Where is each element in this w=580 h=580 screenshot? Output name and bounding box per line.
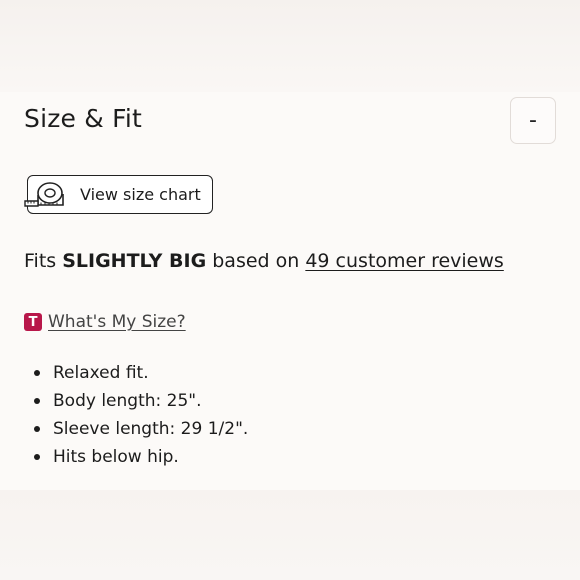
page: Size & Fit - View size chart Fits SLIGHT… — [0, 0, 580, 580]
view-size-chart-label: View size chart — [80, 185, 201, 204]
tape-measure-icon — [24, 182, 64, 207]
fit-details-list: Relaxed fit. Body length: 25". Sleeve le… — [30, 362, 248, 474]
top-background — [0, 0, 580, 92]
fit-prefix: Fits — [24, 250, 63, 272]
whats-my-size-link[interactable]: T What's My Size? — [24, 311, 186, 333]
list-item: Hits below hip. — [30, 446, 248, 474]
list-item: Body length: 25". — [30, 390, 248, 418]
view-size-chart-button[interactable]: View size chart — [24, 175, 213, 214]
minus-icon: - — [529, 108, 537, 133]
customer-reviews-link[interactable]: 49 customer reviews — [305, 250, 503, 272]
fit-summary: Fits SLIGHTLY BIG based on 49 customer r… — [24, 250, 504, 272]
bottom-background — [0, 490, 580, 580]
collapse-button[interactable]: - — [510, 97, 556, 144]
whats-my-size-label[interactable]: What's My Size? — [48, 312, 186, 332]
section-title: Size & Fit — [24, 104, 143, 133]
fit-rating: SLIGHTLY BIG — [62, 250, 207, 272]
fit-middle: based on — [206, 250, 306, 272]
list-item: Sleeve length: 29 1/2". — [30, 418, 248, 446]
list-item: Relaxed fit. — [30, 362, 248, 390]
t-badge-icon: T — [24, 313, 42, 331]
